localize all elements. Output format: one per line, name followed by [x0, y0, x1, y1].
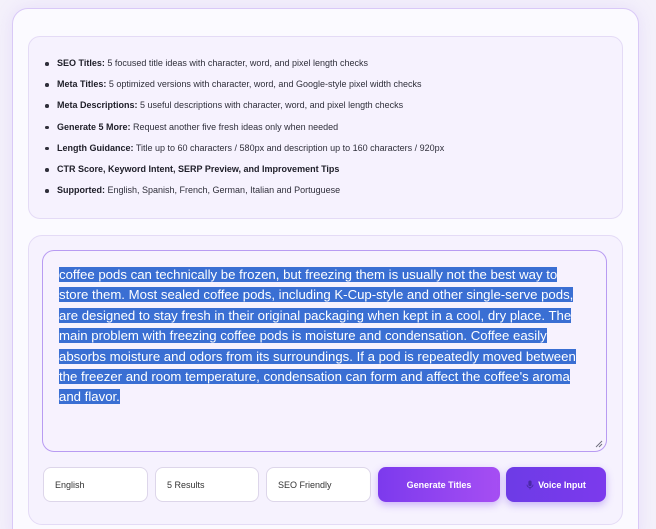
- feature-label: SEO Titles:: [57, 58, 105, 68]
- generate-label: Generate Titles: [406, 479, 472, 490]
- style-select[interactable]: SEO Friendly: [266, 467, 371, 502]
- feature-label: Length Guidance:: [57, 142, 134, 153]
- feature-label: Generate 5 More:: [57, 121, 131, 132]
- feature-text: Request another five fresh ideas only wh…: [130, 121, 339, 132]
- feature-text: 5 useful descriptions with character, wo…: [137, 100, 404, 111]
- generate-titles-button[interactable]: Generate Titles: [378, 467, 500, 502]
- feature-label: Supported:: [57, 185, 105, 196]
- feature-label: Meta Titles:: [57, 79, 107, 90]
- microphone-icon: [526, 480, 534, 489]
- results-count-select[interactable]: 5 Results: [155, 467, 259, 502]
- feature-item: Length Guidance: Title up to 60 characte…: [45, 138, 610, 159]
- feature-item: Supported: English, Spanish, French, Ger…: [45, 180, 610, 201]
- feature-label: Meta Descriptions:: [57, 100, 138, 111]
- content-textarea[interactable]: coffee pods can technically be frozen, b…: [42, 250, 607, 452]
- feature-item: Generate 5 More: Request another five fr…: [45, 117, 610, 138]
- feature-info-box: SEO Titles: 5 focused title ideas with c…: [28, 36, 623, 219]
- results-value: 5 Results: [167, 480, 205, 490]
- feature-item: SEO Titles: 5 focused title ideas with c…: [45, 53, 610, 74]
- language-select[interactable]: English: [43, 467, 148, 502]
- feature-item: CTR Score, Keyword Intent, SERP Preview,…: [45, 159, 610, 180]
- feature-item: Meta Titles: 5 optimized versions with c…: [45, 74, 610, 95]
- voice-input-button[interactable]: Voice Input: [506, 467, 606, 502]
- feature-list: SEO Titles: 5 focused title ideas with c…: [45, 53, 610, 201]
- resize-handle-icon[interactable]: [595, 440, 603, 448]
- feature-text: 5 optimized versions with character, wor…: [106, 79, 422, 90]
- feature-label: CTR Score, Keyword Intent, SERP Preview,…: [57, 164, 340, 175]
- language-value: English: [55, 480, 85, 490]
- voice-label: Voice Input: [538, 479, 586, 490]
- feature-text: English, Spanish, French, German, Italia…: [105, 185, 341, 196]
- feature-item: Meta Descriptions: 5 useful descriptions…: [45, 95, 610, 116]
- feature-text: 5 focused title ideas with character, wo…: [104, 58, 369, 68]
- style-value: SEO Friendly: [278, 480, 332, 490]
- feature-text: Title up to 60 characters / 580px and de…: [133, 142, 445, 153]
- textarea-content: coffee pods can technically be frozen, b…: [59, 265, 590, 408]
- selected-text[interactable]: coffee pods can technically be frozen, b…: [59, 267, 576, 405]
